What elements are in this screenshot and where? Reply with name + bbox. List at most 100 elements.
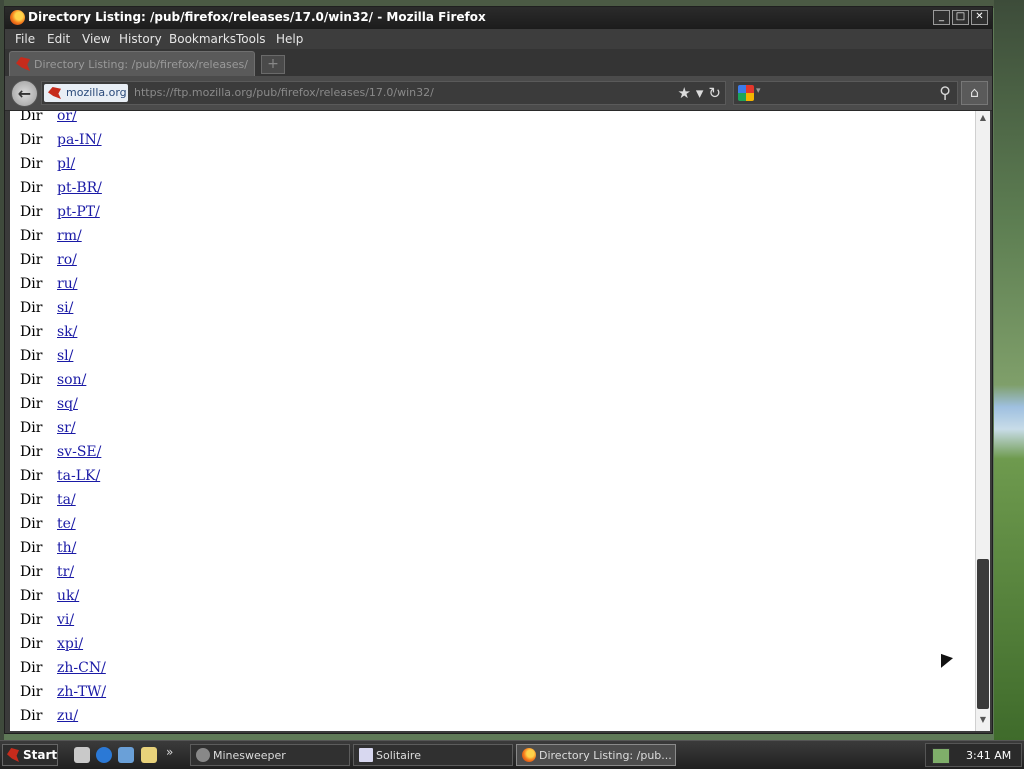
table-row: Dir pt-PT/ xyxy=(20,200,106,224)
directory-link[interactable]: rm/ xyxy=(57,228,82,244)
taskbar-item-firefox[interactable]: Directory Listing: /pub... xyxy=(516,744,676,766)
taskbar-item-solitaire[interactable]: Solitaire xyxy=(353,744,513,766)
address-bar[interactable]: mozilla.org https://ftp.mozilla.org/pub/… xyxy=(41,81,726,105)
table-row: Dir sr/ xyxy=(20,416,106,440)
maximize-button[interactable]: □ xyxy=(952,10,969,25)
entry-type: Dir xyxy=(20,420,43,436)
directory-link[interactable]: ro/ xyxy=(57,252,77,268)
directory-link[interactable]: ru/ xyxy=(57,276,77,292)
start-label: Start xyxy=(23,748,58,762)
scroll-thumb[interactable] xyxy=(977,559,989,709)
entry-type: Dir xyxy=(20,636,43,652)
back-button[interactable]: ← xyxy=(11,80,38,107)
minesweeper-icon xyxy=(196,748,210,762)
table-row: Dir pl/ xyxy=(20,152,106,176)
taskbar-item-label: Solitaire xyxy=(376,749,421,762)
url-actions: ★ ▾ ↻ xyxy=(677,84,721,102)
entry-type: Dir xyxy=(20,684,43,700)
browser-window: Directory Listing: /pub/firefox/releases… xyxy=(4,6,993,734)
site-identity-button[interactable]: mozilla.org xyxy=(44,84,128,102)
desktop-wallpaper xyxy=(994,0,1024,740)
directory-link[interactable]: sl/ xyxy=(57,348,73,364)
table-row: Dir or/ xyxy=(20,111,106,128)
network-icon[interactable] xyxy=(932,748,950,764)
internet-explorer-icon[interactable] xyxy=(96,747,112,763)
start-button[interactable]: Start xyxy=(2,744,58,766)
home-button[interactable]: ⌂ xyxy=(961,81,988,105)
directory-link[interactable]: xpi/ xyxy=(57,636,83,652)
directory-link[interactable]: zh-CN/ xyxy=(57,660,106,676)
directory-link[interactable]: son/ xyxy=(57,372,86,388)
directory-link[interactable]: zh-TW/ xyxy=(57,684,106,700)
scroll-down-arrow-icon[interactable]: ▼ xyxy=(976,713,990,727)
directory-link[interactable]: or/ xyxy=(57,111,77,124)
show-desktop-icon[interactable] xyxy=(74,747,90,763)
firefox-icon xyxy=(10,10,25,25)
directory-link[interactable]: te/ xyxy=(57,516,76,532)
quicklaunch-more-icon[interactable]: » xyxy=(166,745,173,759)
directory-link[interactable]: th/ xyxy=(57,540,76,556)
search-go-icon[interactable]: ⚲ xyxy=(939,83,951,102)
directory-link[interactable]: uk/ xyxy=(57,588,79,604)
table-row: Dir xpi/ xyxy=(20,632,106,656)
taskbar: Start » Minesweeper Solitaire Directory … xyxy=(0,740,1024,769)
entry-type: Dir xyxy=(20,564,43,580)
menu-tools[interactable]: Tools xyxy=(236,32,266,46)
directory-link[interactable]: sr/ xyxy=(57,420,76,436)
directory-link[interactable]: pl/ xyxy=(57,156,75,172)
close-button[interactable]: ✕ xyxy=(971,10,988,25)
directory-link[interactable]: si/ xyxy=(57,300,73,316)
directory-listing: Dir or/Dir pa-IN/Dir pl/Dir pt-BR/Dir pt-PT/D… xyxy=(20,111,106,728)
table-row: Dir sl/ xyxy=(20,344,106,368)
directory-link[interactable]: pa-IN/ xyxy=(57,132,102,148)
menu-view[interactable]: View xyxy=(82,32,110,46)
firefox-icon xyxy=(522,748,536,762)
directory-link[interactable]: ta-LK/ xyxy=(57,468,100,484)
entry-type: Dir xyxy=(20,468,43,484)
directory-link[interactable]: zu/ xyxy=(57,708,78,724)
tab-label: Directory Listing: /pub/firefox/releases… xyxy=(34,58,249,71)
directory-link[interactable]: sv-SE/ xyxy=(57,444,101,460)
taskbar-item-minesweeper[interactable]: Minesweeper xyxy=(190,744,350,766)
entry-type: Dir xyxy=(20,111,43,124)
menu-history[interactable]: History xyxy=(119,32,162,46)
directory-link[interactable]: pt-PT/ xyxy=(57,204,100,220)
menu-bookmarks[interactable]: Bookmarks xyxy=(169,32,236,46)
bookmark-star-icon[interactable]: ★ xyxy=(677,84,690,102)
table-row: Dir rm/ xyxy=(20,224,106,248)
tab-directory-listing[interactable]: Directory Listing: /pub/firefox/releases… xyxy=(9,51,255,76)
directory-link[interactable]: sk/ xyxy=(57,324,77,340)
minimize-button[interactable]: _ xyxy=(933,10,950,25)
directory-link[interactable]: tr/ xyxy=(57,564,74,580)
taskbar-item-label: Directory Listing: /pub... xyxy=(539,749,672,762)
entry-type: Dir xyxy=(20,588,43,604)
engine-dropdown-icon[interactable]: ▾ xyxy=(756,86,761,96)
outlook-express-icon[interactable] xyxy=(118,747,134,763)
search-bar[interactable]: ▾ ⚲ xyxy=(733,81,958,105)
menu-edit[interactable]: Edit xyxy=(47,32,70,46)
directory-link[interactable]: pt-BR/ xyxy=(57,180,102,196)
table-row: Dir th/ xyxy=(20,536,106,560)
title-bar[interactable]: Directory Listing: /pub/firefox/releases… xyxy=(5,7,992,29)
table-row: Dir zh-TW/ xyxy=(20,680,106,704)
explorer-icon[interactable] xyxy=(141,747,157,763)
scroll-up-arrow-icon[interactable]: ▲ xyxy=(976,111,990,125)
history-dropdown-icon[interactable]: ▾ xyxy=(696,84,704,102)
directory-link[interactable]: ta/ xyxy=(57,492,76,508)
reload-icon[interactable]: ↻ xyxy=(708,84,721,102)
menu-bar: File Edit View History Bookmarks Tools H… xyxy=(5,29,992,49)
url-text[interactable]: https://ftp.mozilla.org/pub/firefox/rele… xyxy=(134,86,434,99)
google-engine-icon[interactable] xyxy=(738,85,754,101)
entry-type: Dir xyxy=(20,708,43,724)
directory-link[interactable]: vi/ xyxy=(57,612,74,628)
menu-file[interactable]: File xyxy=(15,32,35,46)
menu-help[interactable]: Help xyxy=(276,32,303,46)
vertical-scrollbar[interactable]: ▲ ▼ xyxy=(975,111,990,731)
directory-link[interactable]: sq/ xyxy=(57,396,78,412)
new-tab-button[interactable]: + xyxy=(261,55,285,74)
table-row: Dir vi/ xyxy=(20,608,106,632)
clock[interactable]: 3:41 AM xyxy=(966,749,1011,762)
table-row: Dir ro/ xyxy=(20,248,106,272)
entry-type: Dir xyxy=(20,516,43,532)
table-row: Dir sk/ xyxy=(20,320,106,344)
